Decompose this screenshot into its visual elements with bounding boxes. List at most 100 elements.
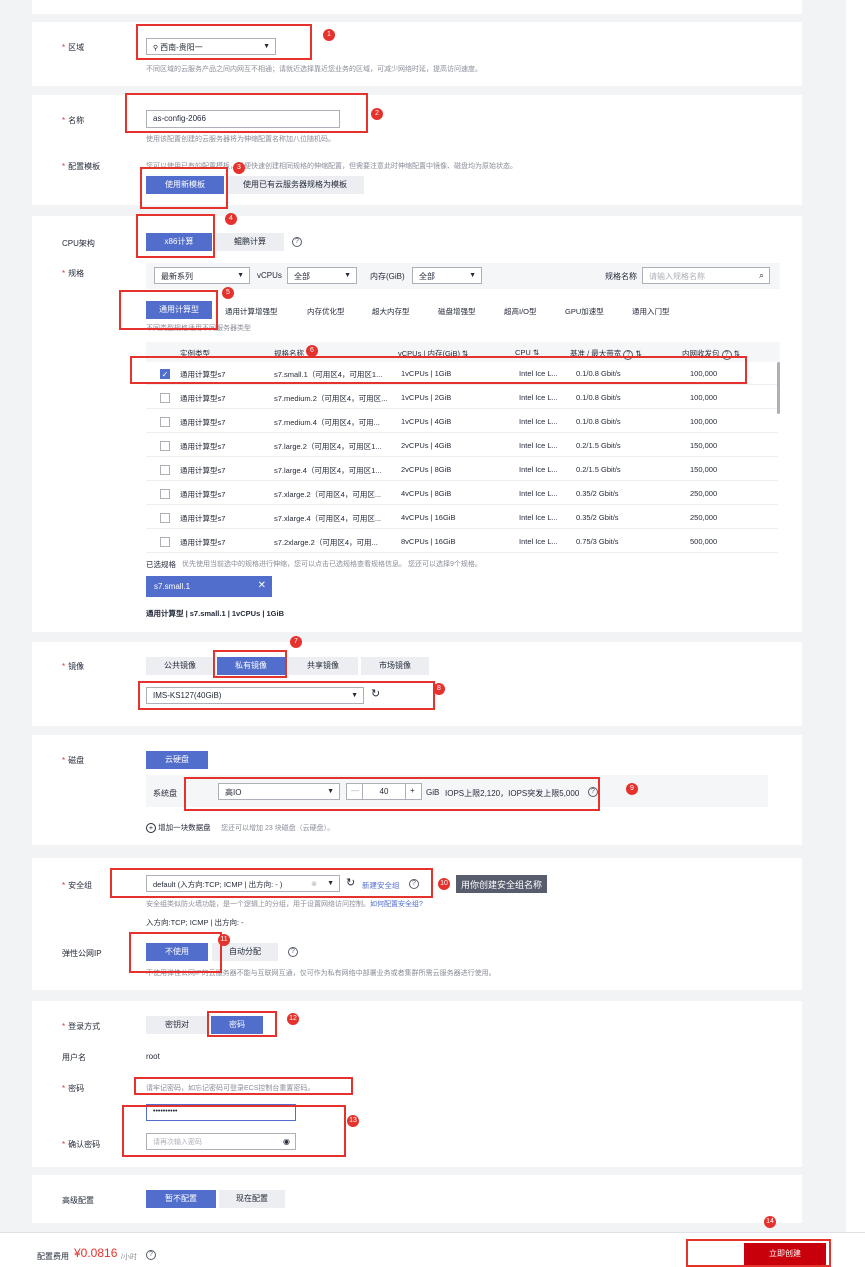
table-row[interactable]: 通用计算型s7 s7.large.4（可用区4，可用区1... 2vCPUs | 8… xyxy=(146,458,778,481)
tab-private-image[interactable]: 私有镜像 xyxy=(217,657,285,675)
eip-none-button[interactable]: 不使用 xyxy=(146,943,208,961)
cell-cpu: Intel Ice L... xyxy=(519,489,558,498)
help-icon[interactable]: ? xyxy=(288,947,298,957)
table-row[interactable]: 通用计算型s7 s7.xlarge.4（可用区4，可用区... 4vCPUs | 1… xyxy=(146,506,778,529)
table-row[interactable]: ✓ 通用计算型s7 s7.small.1（可用区4，可用区1... 1vCPUs | … xyxy=(146,362,778,385)
cell-name: s7.2xlarge.2（可用区4，可用... xyxy=(274,538,378,547)
new-security-group-link[interactable]: 新建安全组 xyxy=(362,880,400,891)
col-cpu[interactable]: CPU ⇅ xyxy=(515,348,539,357)
marker-3: 3 xyxy=(233,162,245,174)
use-new-template-button[interactable]: 使用新模板 xyxy=(146,176,224,194)
x86-button[interactable]: x86计算 xyxy=(146,233,212,251)
refresh-icon[interactable]: ↻ xyxy=(346,876,355,889)
search-icon[interactable]: ⌕ xyxy=(759,270,764,281)
help-icon[interactable]: ? xyxy=(146,1250,156,1260)
table-row[interactable]: 通用计算型s7 s7.medium.4（可用区4，可用... 1vCPUs | 4G… xyxy=(146,410,778,433)
cell-type: 通用计算型s7 xyxy=(180,418,226,427)
row-checkbox[interactable] xyxy=(160,489,170,499)
cell-pps: 250,000 xyxy=(690,489,718,498)
help-icon[interactable]: ? xyxy=(588,787,598,797)
tab-memory[interactable]: 内存优化型 xyxy=(307,306,345,317)
use-existing-template-button[interactable]: 使用已有云服务器规格为模板 xyxy=(226,176,364,194)
series-select[interactable]: 最新系列 ▼ xyxy=(154,267,250,284)
decrease-button[interactable]: — xyxy=(346,783,363,800)
vcpus-select[interactable]: 全部 ▼ xyxy=(287,267,357,284)
cell-name: s7.xlarge.2（可用区4，可用区... xyxy=(274,490,382,499)
cell-cpu: Intel Ice L... xyxy=(519,417,558,426)
eye-off-icon[interactable]: ◉ xyxy=(283,1137,290,1146)
advanced-no-button[interactable]: 暂不配置 xyxy=(146,1190,216,1208)
login-label: * 登录方式 xyxy=(62,1022,101,1031)
password-hint: 请牢记密码，如忘记密码可登录ECS控制台重置密码。 xyxy=(146,1085,315,1092)
tab-large-memory[interactable]: 超大内存型 xyxy=(372,306,410,317)
table-row[interactable]: 通用计算型s7 s7.2xlarge.2（可用区4，可用... 8vCPUs | 1… xyxy=(146,530,778,553)
selected-spec-tag[interactable]: s7.small.1 ✕ xyxy=(146,576,272,597)
advanced-now-button[interactable]: 现在配置 xyxy=(219,1190,285,1208)
row-checkbox[interactable] xyxy=(160,417,170,427)
cell-cpu: Intel Ice L... xyxy=(519,465,558,474)
tab-entry[interactable]: 通用入门型 xyxy=(632,306,670,317)
image-select[interactable]: IMS-KS127(40GiB) ▼ xyxy=(146,687,364,704)
row-checkbox[interactable] xyxy=(160,513,170,523)
system-disk-label: 系统盘 xyxy=(153,789,177,798)
mem-select[interactable]: 全部 ▼ xyxy=(412,267,482,284)
cell-pps: 100,000 xyxy=(690,369,718,378)
cell-type: 通用计算型s7 xyxy=(180,538,226,547)
confirm-password-input[interactable]: 请再次输入密码 ◉ xyxy=(146,1133,296,1150)
create-now-button[interactable]: 立即创建 xyxy=(744,1243,826,1265)
right-side-panel xyxy=(846,0,865,1232)
tab-general-enhanced[interactable]: 通用计算增强型 xyxy=(225,306,278,317)
row-checkbox[interactable] xyxy=(160,465,170,475)
kunpeng-button[interactable]: 鲲鹏计算 xyxy=(216,233,284,251)
region-select[interactable]: ⚲ 西南-贵阳一 ▼ xyxy=(146,38,276,55)
col-pps[interactable]: 内网收发包 ? ⇅ xyxy=(682,348,740,360)
cell-vcpu: 8vCPUs | 16GiB xyxy=(401,537,456,546)
add-icon: + xyxy=(146,823,156,833)
help-icon[interactable]: ? xyxy=(409,879,419,889)
table-scrollbar[interactable] xyxy=(777,362,780,414)
increase-button[interactable]: + xyxy=(405,783,422,800)
tab-io[interactable]: 超高I/O型 xyxy=(504,306,537,317)
help-icon[interactable]: ? xyxy=(292,237,302,247)
disk-unit: GiB xyxy=(426,788,440,797)
disk-size-input[interactable]: 40 xyxy=(362,783,406,800)
row-checkbox[interactable] xyxy=(160,393,170,403)
sort-icon: ⇅ xyxy=(532,348,540,357)
clear-icon[interactable]: ⊗ xyxy=(311,880,317,888)
security-rules: 入方向:TCP; ICMP | 出方向: - xyxy=(146,918,244,927)
col-vcpu[interactable]: vCPUs | 内存(GiB) ⇅ xyxy=(398,348,468,359)
row-checkbox[interactable] xyxy=(160,441,170,451)
close-icon[interactable]: ✕ xyxy=(258,580,266,591)
row-checkbox[interactable]: ✓ xyxy=(160,369,170,379)
cell-pps: 500,000 xyxy=(690,537,718,546)
table-row[interactable]: 通用计算型s7 s7.medium.2（可用区4，可用区... 1vCPUs | 2… xyxy=(146,386,778,409)
tab-gpu[interactable]: GPU加速型 xyxy=(565,306,604,317)
password-button[interactable]: 密码 xyxy=(211,1016,263,1034)
password-input[interactable]: •••••••••• xyxy=(146,1104,296,1121)
spec-search-input[interactable]: 请输入规格名称 ⌕ xyxy=(642,267,770,284)
cloud-disk-button[interactable]: 云硬盘 xyxy=(146,751,208,769)
table-row[interactable]: 通用计算型s7 s7.xlarge.2（可用区4，可用区... 4vCPUs | 8… xyxy=(146,482,778,505)
eip-hint: 不使用弹性公网IP的云服务器不能与互联网互通，仅可作为私有网络中部署业务或者集群… xyxy=(146,970,496,977)
add-data-disk-button[interactable]: + 增加一块数据盘 xyxy=(146,822,211,833)
tab-public-image[interactable]: 公共镜像 xyxy=(146,657,214,675)
tab-market-image[interactable]: 市场镜像 xyxy=(361,657,429,675)
col-bw[interactable]: 基准 / 最大带宽 ? ⇅ xyxy=(570,348,642,360)
price-value: ¥0.0816 xyxy=(74,1246,118,1260)
tab-general[interactable]: 通用计算型 xyxy=(146,301,212,319)
tab-disk[interactable]: 磁盘增强型 xyxy=(438,306,476,317)
keypair-button[interactable]: 密钥对 xyxy=(146,1016,208,1034)
name-input[interactable]: as-config-2066 xyxy=(146,110,340,128)
how-to-configure-link[interactable]: 如何配置安全组? xyxy=(370,901,423,908)
row-checkbox[interactable] xyxy=(160,537,170,547)
selected-spec-summary: 通用计算型 | s7.small.1 | 1vCPUs | 1GiB xyxy=(146,609,285,618)
security-group-select[interactable]: default (入方向:TCP; ICMP | 出方向: - ) ⊗ ▼ xyxy=(146,875,340,892)
eip-label: 弹性公网IP xyxy=(62,949,102,958)
selected-spec-hint: 优先使用当前选中的规格进行伸缩，您可以点击已选规格查看规格信息。 您还可以选择9… xyxy=(182,561,482,568)
tab-shared-image[interactable]: 共享镜像 xyxy=(288,657,358,675)
username-value: root xyxy=(146,1052,160,1061)
sort-icon: ⇅ xyxy=(635,349,642,358)
refresh-icon[interactable]: ↻ xyxy=(371,687,380,700)
table-row[interactable]: 通用计算型s7 s7.large.2（可用区4，可用区1... 2vCPUs | 4… xyxy=(146,434,778,457)
disk-type-select[interactable]: 高IO ▼ xyxy=(218,783,340,800)
